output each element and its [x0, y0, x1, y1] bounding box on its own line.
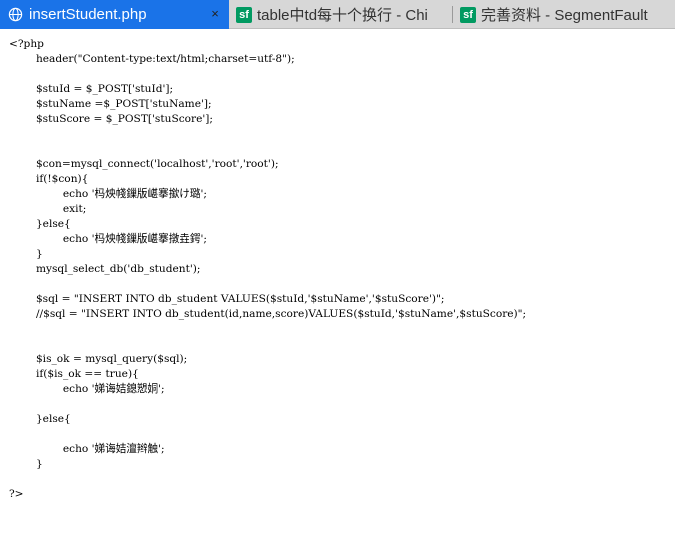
code-line: echo '杩炴帴鏁版嵁搴撴垚鍔'; — [9, 233, 207, 245]
tab-title: table中td每十个换行 - Chi — [257, 7, 428, 24]
code-line: $con=mysql_connect('localhost','root','r… — [9, 158, 279, 170]
code-line: if(!$con){ — [9, 173, 89, 185]
segmentfault-icon: sf — [460, 6, 476, 23]
tab-title: insertStudent.php — [29, 6, 147, 23]
code-line: } — [9, 458, 43, 470]
tab-table-td[interactable]: sf table中td每十个换行 - Chi — [229, 0, 452, 29]
code-line: $is_ok = mysql_query($sql); — [9, 353, 188, 365]
close-icon[interactable]: × — [207, 6, 223, 22]
code-line: <?php — [9, 38, 44, 50]
tab-title: 完善资料 - SegmentFault — [481, 7, 648, 24]
code-line: $stuName =$_POST['stuName']; — [9, 98, 212, 110]
globe-icon — [8, 7, 23, 22]
code-line: $stuScore = $_POST['stuScore']; — [9, 113, 213, 125]
tab-segmentfault-profile[interactable]: sf 完善资料 - SegmentFault — [453, 0, 675, 29]
code-line: //$sql = "INSERT INTO db_student(id,name… — [9, 308, 527, 320]
source-code: <?php header("Content-type:text/html;cha… — [9, 37, 526, 502]
code-line: echo '娣诲姞鎴愬姛'; — [9, 383, 165, 395]
code-line: header("Content-type:text/html;charset=u… — [9, 53, 295, 65]
code-line: ?> — [9, 488, 24, 500]
code-line: echo '娣诲姞澶辫触'; — [9, 443, 165, 455]
code-line: exit; — [9, 203, 87, 215]
code-line: } — [9, 248, 43, 260]
code-line: }else{ — [9, 413, 71, 425]
code-line: }else{ — [9, 218, 71, 230]
code-line: echo '杩炴帴鏁版嵁搴撳け璐'; — [9, 188, 207, 200]
code-line: mysql_select_db('db_student'); — [9, 263, 201, 275]
tab-bar: insertStudent.php × sf table中td每十个换行 - C… — [0, 0, 675, 29]
segmentfault-icon: sf — [236, 6, 252, 23]
code-line: if($is_ok == true){ — [9, 368, 139, 380]
code-line: $sql = "INSERT INTO db_student VALUES($s… — [9, 293, 445, 305]
tab-insertstudent[interactable]: insertStudent.php × — [0, 0, 229, 29]
code-line: $stuId = $_POST['stuId']; — [9, 83, 174, 95]
